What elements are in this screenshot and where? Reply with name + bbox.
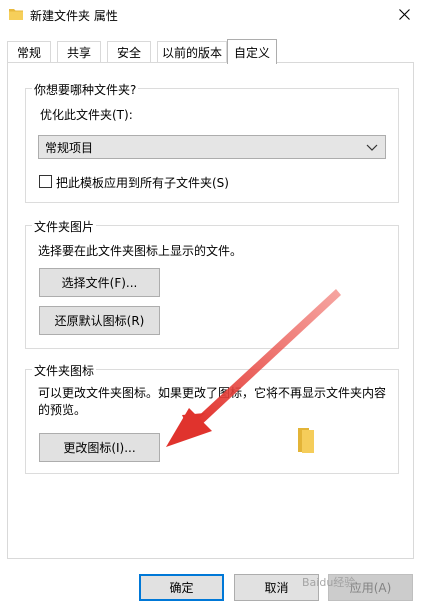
change-icon-button[interactable]: 更改图标(I)... [39,433,160,462]
window-title: 新建文件夹 属性 [30,9,118,23]
tab-general[interactable]: 常规 [7,41,51,63]
optimize-group-title: 你想要哪种文件夹? [32,81,139,98]
folder-pictures-description: 选择要在此文件夹图标上显示的文件。 [38,244,243,258]
optimize-dropdown[interactable]: 常规项目 [38,135,386,159]
apply-template-label: 把此模板应用到所有子文件夹(S) [56,176,229,190]
tab-previous-versions[interactable]: 以前的版本 [157,41,227,63]
tab-security[interactable]: 安全 [107,41,151,63]
folder-icon [9,9,23,20]
optimize-label: 优化此文件夹(T): [40,108,133,122]
folder-pictures-group: 文件夹图片 选择要在此文件夹图标上显示的文件。 选择文件(F)... 还原默认图… [25,218,399,349]
ok-button[interactable]: 确定 [139,574,224,601]
folder-icons-description-line2: 的预览。 [38,403,87,417]
folder-preview-icon [298,428,314,453]
chevron-down-icon [366,144,378,151]
close-icon [398,8,410,20]
tab-sharing[interactable]: 共享 [57,41,101,63]
folder-icons-description-line1: 可以更改文件夹图标。如果更改了图标，它将不再显示文件夹内容 [38,386,387,400]
customize-panel: 你想要哪种文件夹? 优化此文件夹(T): 常规项目 把此模板应用到所有子文件夹(… [7,62,414,559]
tab-customize[interactable]: 自定义 [227,39,277,64]
choose-file-button[interactable]: 选择文件(F)... [39,268,160,297]
apply-template-checkbox[interactable] [39,175,52,188]
folder-icons-group: 文件夹图标 可以更改文件夹图标。如果更改了图标，它将不再显示文件夹内容 的预览。… [25,362,399,474]
optimize-selected: 常规项目 [45,140,94,155]
watermark: Baidu经验 [302,576,356,589]
folder-pictures-group-title: 文件夹图片 [32,218,97,235]
tab-strip: 常规 共享 安全 以前的版本 自定义 [7,39,414,64]
title-bar: 新建文件夹 属性 [0,0,421,30]
optimize-group: 你想要哪种文件夹? 优化此文件夹(T): 常规项目 把此模板应用到所有子文件夹(… [25,81,399,203]
folder-icons-group-title: 文件夹图标 [32,362,97,379]
restore-default-button[interactable]: 还原默认图标(R) [39,306,160,335]
close-button[interactable] [391,2,417,26]
